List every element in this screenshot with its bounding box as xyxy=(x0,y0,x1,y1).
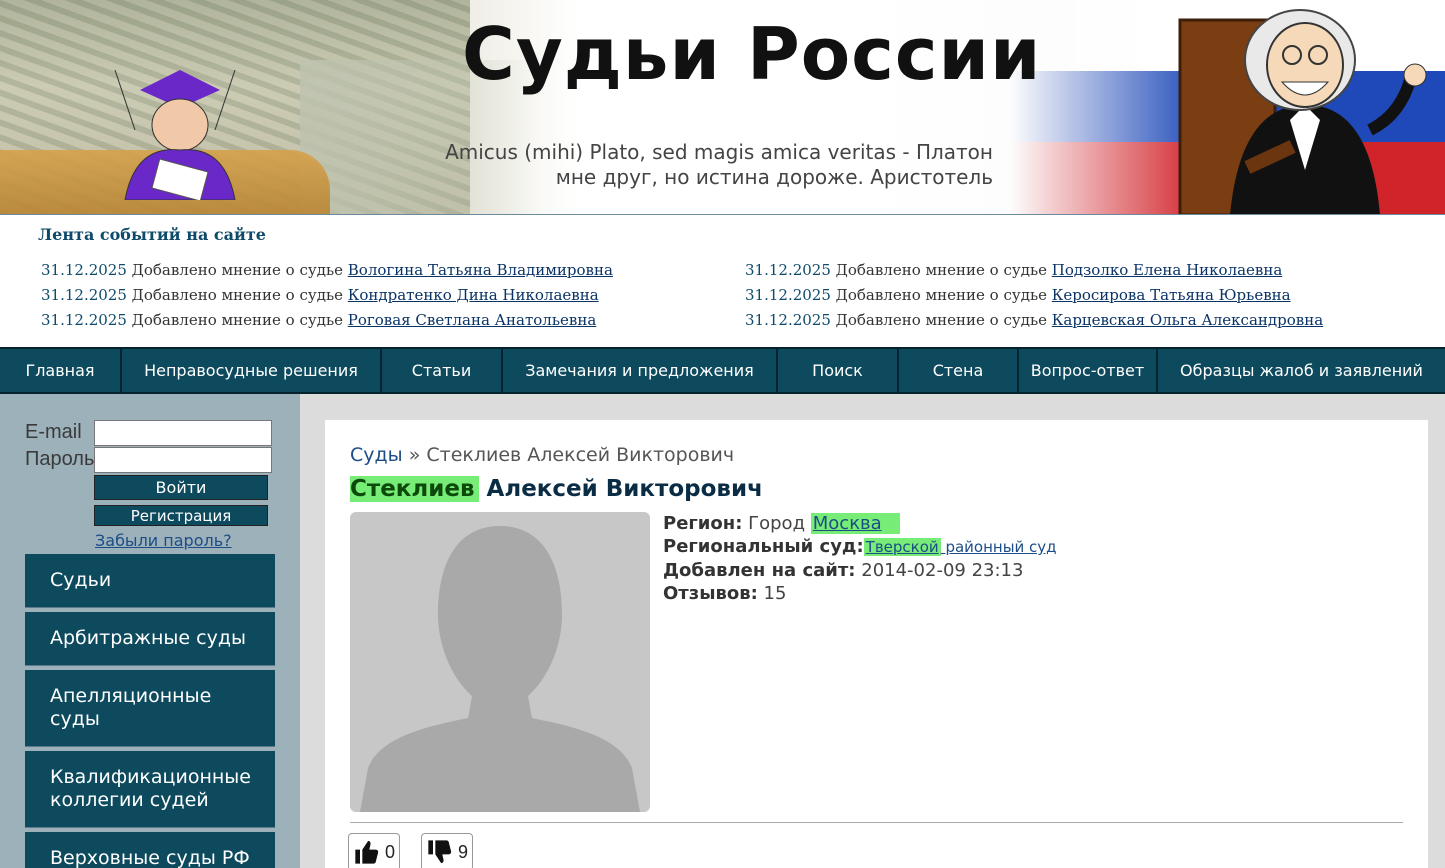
email-label: E-mail xyxy=(25,421,82,443)
sidebar-item-qualification-boards[interactable]: Квалификационные коллегии судей xyxy=(25,751,275,828)
sidebar-item-supreme-courts[interactable]: Верховные суды РФ xyxy=(25,832,275,868)
nav-feedback[interactable]: Замечания и предложения xyxy=(503,349,778,392)
dislike-button[interactable]: 9 xyxy=(421,833,474,868)
event-feed-title: Лента событий на сайте xyxy=(38,225,266,244)
judge-info: Регион: Город Москва Региональный суд: Тв… xyxy=(663,512,1057,605)
feed-judge-link[interactable]: Роговая Светлана Анатольевна xyxy=(348,311,597,329)
added-row: Добавлен на сайт: 2014-02-09 23:13 xyxy=(663,560,1024,581)
feed-item: 31.12.2025 Добавлено мнение о судье Карц… xyxy=(745,311,1324,329)
nav-wall[interactable]: Стена xyxy=(899,349,1019,392)
judge-photo-placeholder xyxy=(350,512,650,812)
breadcrumb: Суды » Стеклиев Алексей Викторович xyxy=(350,444,735,466)
password-field[interactable] xyxy=(94,447,272,473)
thumbs-down-icon xyxy=(428,840,452,864)
region-row: Регион: Город Москва xyxy=(663,512,1057,535)
sidebar-item-appeal-courts[interactable]: Апелляционные суды xyxy=(25,670,275,747)
court-row: Региональный суд: Тверской районный суд xyxy=(663,536,1057,557)
feed-judge-link[interactable]: Подзолко Елена Николаевна xyxy=(1052,261,1283,279)
nav-qa[interactable]: Вопрос-ответ xyxy=(1019,349,1158,392)
login-button[interactable]: Войти xyxy=(94,475,268,500)
breadcrumb-current: Стеклиев Алексей Викторович xyxy=(426,444,735,466)
main-nav: Главная Неправосудные решения Статьи Зам… xyxy=(0,347,1445,394)
feed-item: 31.12.2025 Добавлено мнение о судье Керо… xyxy=(745,286,1291,304)
reviews-row: Отзывов: 15 xyxy=(663,583,787,604)
dislike-count: 9 xyxy=(458,841,469,862)
feed-judge-link[interactable]: Карцевская Ольга Александровна xyxy=(1052,311,1323,329)
forgot-password-link[interactable]: Забыли пароль? xyxy=(95,531,232,550)
cartoon-judge-illustration xyxy=(1178,9,1427,214)
event-feed-right: 31.12.2025 Добавлено мнение о судье Подз… xyxy=(745,258,1323,333)
feed-item: 31.12.2025 Добавлено мнение о судье Подз… xyxy=(745,261,1283,279)
nav-articles[interactable]: Статьи xyxy=(382,349,503,392)
like-button[interactable]: 0 xyxy=(348,833,401,868)
nav-unjust-decisions[interactable]: Неправосудные решения xyxy=(122,349,382,392)
like-count: 0 xyxy=(385,841,396,862)
feed-item: 31.12.2025 Добавлено мнение о судье Рого… xyxy=(41,311,597,329)
site-banner: Судьи России Amicus (mihi) Plato, sed ma… xyxy=(0,0,1445,215)
person-silhouette-icon xyxy=(360,526,640,812)
judge-given-names: Алексей Викторович xyxy=(478,476,763,502)
sidebar-menu: Судьи Арбитражные суды Апелляционные суд… xyxy=(25,554,275,868)
nav-complaint-templates[interactable]: Образцы жалоб и заявлений xyxy=(1158,349,1445,392)
court-link[interactable]: Тверской районный суд xyxy=(863,538,1057,556)
register-button[interactable]: Регистрация xyxy=(94,505,268,526)
judge-name: Стеклиев Алексей Викторович xyxy=(350,476,763,502)
sidebar-item-judges[interactable]: Судьи xyxy=(25,554,275,608)
judge-surname: Стеклиев xyxy=(350,476,479,502)
event-feed-left: 31.12.2025 Добавлено мнение о судье Воло… xyxy=(41,258,613,333)
nav-search[interactable]: Поиск xyxy=(778,349,899,392)
password-label: Пароль xyxy=(25,448,95,470)
email-field[interactable] xyxy=(94,420,272,446)
thumbs-up-icon xyxy=(355,840,379,864)
feed-judge-link[interactable]: Керосирова Татьяна Юрьевна xyxy=(1052,286,1291,304)
breadcrumb-courts-link[interactable]: Суды xyxy=(350,444,403,466)
site-title: Судьи России xyxy=(462,12,1042,96)
divider xyxy=(350,822,1403,823)
feed-judge-link[interactable]: Вологина Татьяна Владимировна xyxy=(348,261,613,279)
sidebar-item-arbitration-courts[interactable]: Арбитражные суды xyxy=(25,612,275,666)
region-city-link[interactable]: Москва xyxy=(810,513,900,534)
feed-item: 31.12.2025 Добавлено мнение о судье Воло… xyxy=(41,261,613,279)
nav-home[interactable]: Главная xyxy=(0,349,122,392)
puppet-judge-illustration xyxy=(114,70,236,200)
site-motto: Amicus (mihi) Plato, sed magis amica ver… xyxy=(445,140,993,189)
feed-item: 31.12.2025 Добавлено мнение о судье Конд… xyxy=(41,286,599,304)
feed-judge-link[interactable]: Кондратенко Дина Николаевна xyxy=(348,286,599,304)
